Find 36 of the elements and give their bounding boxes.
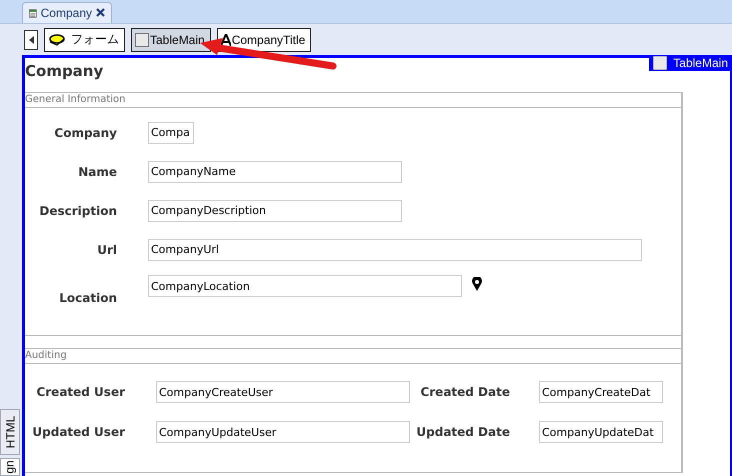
tab-title: Company (40, 6, 92, 20)
side-tab[interactable]: HTML (0, 409, 20, 455)
field-label: Company (53, 126, 117, 140)
close-icon[interactable] (96, 8, 105, 17)
group-legend: General Information (25, 92, 681, 108)
input-field[interactable]: CompanyCreateDat (539, 381, 663, 403)
document-tab[interactable]: Company (22, 2, 112, 23)
form-title: Company (25, 62, 104, 80)
field-label: Name (77, 164, 117, 178)
input-field[interactable]: CompanyUpdateDat (539, 421, 663, 443)
field-label: Created Date (419, 385, 510, 399)
form-icon (29, 6, 37, 20)
field-label: Url (96, 242, 117, 256)
toolbar-button[interactable]: TableMain (131, 28, 211, 52)
table-icon (135, 32, 149, 46)
field-label: Location (58, 291, 117, 307)
input-field[interactable]: Compa (148, 122, 194, 144)
field-label: Created User (35, 385, 125, 399)
input-field[interactable]: CompanyCreateUser (156, 381, 410, 403)
input-field[interactable]: CompanyDescription (148, 200, 402, 222)
field-label: Updated Date (415, 425, 510, 439)
location-pin-icon (472, 277, 482, 291)
input-field[interactable]: CompanyLocation (148, 275, 462, 297)
selection-label: TableMain (649, 55, 732, 71)
toolbar-button[interactable]: フォーム (44, 28, 125, 52)
text-icon (220, 34, 231, 46)
toolbar-button[interactable]: CompanyTitle (216, 28, 312, 52)
scroll-left-button[interactable] (24, 30, 38, 50)
input-field[interactable]: CompanyName (148, 160, 402, 182)
side-tab[interactable]: gn (0, 458, 20, 476)
field-label: Description (38, 204, 117, 218)
input-field[interactable]: CompanyUpdateUser (156, 421, 410, 443)
input-field[interactable]: CompanyUrl (148, 238, 642, 260)
group-legend: Auditing (25, 348, 681, 364)
caret-icon (28, 36, 34, 44)
field-label: Updated User (31, 425, 125, 439)
